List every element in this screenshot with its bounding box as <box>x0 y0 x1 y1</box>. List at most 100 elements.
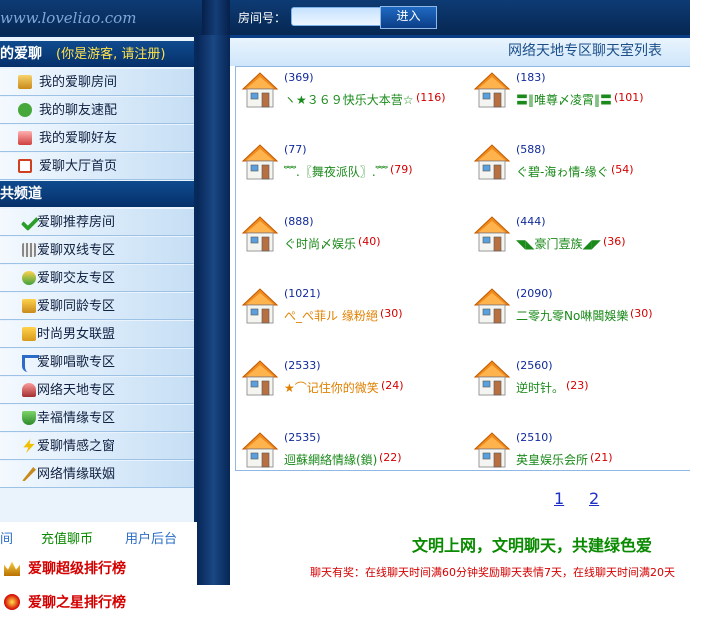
channel-menu-item-label: 爱聊双线专区 <box>37 243 116 258</box>
super-ranking-link[interactable]: 爱聊超级排行榜 <box>4 558 126 578</box>
room-id: (2560) <box>516 359 553 372</box>
channel-section-header: 共频道 <box>0 181 194 207</box>
right-margin <box>690 0 703 585</box>
channel-menu-item-label: 爱聊推荐房间 <box>37 215 116 230</box>
room-user-count: (22) <box>379 451 402 464</box>
page-link-2[interactable]: 2 <box>589 489 599 508</box>
chat-room-item[interactable]: (2090) 二零九零No啉閪娛樂 (30) <box>474 287 699 337</box>
enter-room-button[interactable]: 进入 <box>380 6 437 29</box>
room-name[interactable]: ぐ碧-海ゎ情-缘ぐ <box>516 163 609 180</box>
reward-notice: 聊天有奖：在线聊天时间满60分钟奖励聊天表情7天，在线聊天时间满20天 <box>310 566 675 579</box>
grid-icon <box>22 243 36 257</box>
room-id: (2510) <box>516 431 553 444</box>
room-list: (369) ヽ★３６９快乐大本营☆ (116) (183) 〓‖唯尊〆凌霄‖〓 (101)… <box>235 66 690 471</box>
room-name[interactable]: ★⌒记住你的微笑 <box>284 379 379 396</box>
folder-users-icon <box>22 299 36 313</box>
channel-menu-item-label: 网络情缘联姻 <box>37 467 116 482</box>
chat-room-item[interactable]: (888) ぐ时尚〆娱乐 (40) <box>242 215 467 265</box>
room-user-count: (36) <box>603 235 626 248</box>
house-icon <box>242 360 278 396</box>
crown-icon <box>4 561 20 576</box>
chat-room-item[interactable]: (2560) 逆时针。 (23) <box>474 359 699 409</box>
house-icon <box>474 72 510 108</box>
key-icon <box>22 467 36 481</box>
page-link-1[interactable]: 1 <box>554 489 564 508</box>
puzzle-icon <box>18 103 32 117</box>
room-name[interactable]: ぺ_ぺ菲ル 缘粉絕 <box>284 307 378 324</box>
room-user-count: (21) <box>590 451 613 464</box>
room-link[interactable]: 间 <box>0 528 13 547</box>
room-user-count: (30) <box>380 307 403 320</box>
room-name[interactable]: 二零九零No啉閪娛樂 <box>516 307 628 324</box>
room-id: (1021) <box>284 287 321 300</box>
channel-menu-item-5[interactable]: 时尚男女联盟 <box>0 321 194 348</box>
personal-menu-item-label: 爱聊大厅首页 <box>39 159 118 174</box>
room-name[interactable]: 英皇娱乐会所 <box>516 451 588 468</box>
personal-menu-item-2[interactable]: 我的聊友速配 <box>0 97 194 124</box>
personal-menu-item-label: 我的聊友速配 <box>39 103 118 118</box>
personal-menu-item-3[interactable]: 我的爱聊好友 <box>0 125 194 152</box>
room-number-label: 房间号： <box>238 11 287 25</box>
house-icon <box>474 360 510 396</box>
my-section-title: 的爱聊 <box>0 46 42 62</box>
channel-menu-item-9[interactable]: 爱聊情感之窗 <box>0 433 194 460</box>
star-ranking-link[interactable]: 爱聊之星排行榜 <box>4 592 126 612</box>
frame-divider <box>197 35 230 585</box>
chat-room-item[interactable]: (1021) ぺ_ぺ菲ル 缘粉絕 (30) <box>242 287 467 337</box>
room-number-input[interactable] <box>291 7 385 26</box>
room-name[interactable]: 迴蘇網絡情緣(鎖) <box>284 451 377 468</box>
room-user-count: (116) <box>416 91 446 104</box>
channel-menu-item-10[interactable]: 网络情缘联姻 <box>0 461 194 488</box>
personal-menu-item-1[interactable]: 我的爱聊房间 <box>0 69 194 96</box>
top-divider <box>202 0 230 35</box>
room-user-count: (40) <box>358 235 381 248</box>
star-medal-icon <box>4 594 20 610</box>
channel-menu-item-8[interactable]: 幸福情缘专区 <box>0 405 194 432</box>
channel-section-title: 共频道 <box>0 186 42 202</box>
slogan-text: 文明上网，文明聊天，共建绿色爱 <box>412 536 653 555</box>
channel-menu-item-label: 爱聊交友专区 <box>37 271 116 286</box>
chat-room-item[interactable]: (588) ぐ碧-海ゎ情-缘ぐ (54) <box>474 143 699 193</box>
folder-icon <box>22 327 36 341</box>
house-icon <box>474 432 510 468</box>
chat-room-item[interactable]: (2535) 迴蘇網絡情緣(鎖) (22) <box>242 431 467 481</box>
room-id: (2533) <box>284 359 321 372</box>
people-icon <box>22 383 36 397</box>
room-name[interactable]: ﹌.〖舞夜派队〗.﹌ <box>284 163 388 180</box>
chat-room-item[interactable]: (369) ヽ★３６９快乐大本营☆ (116) <box>242 71 467 121</box>
chat-room-item[interactable]: (77) ﹌.〖舞夜派队〗.﹌ (79) <box>242 143 467 193</box>
house-icon <box>242 144 278 180</box>
room-user-count: (30) <box>630 307 653 320</box>
channel-menu-item-label: 爱聊同龄专区 <box>37 299 116 314</box>
channel-menu-item-2[interactable]: 爱聊双线专区 <box>0 237 194 264</box>
guest-register-link[interactable]: (你是游客, 请注册) <box>56 47 165 62</box>
channel-menu-item-label: 幸福情缘专区 <box>37 411 116 426</box>
room-id: (2535) <box>284 431 321 444</box>
chat-room-item[interactable]: (444) ◥◣豪门壹族◢◤ (36) <box>474 215 699 265</box>
personal-menu-item-label: 我的爱聊房间 <box>39 75 118 90</box>
room-name[interactable]: ヽ★３６９快乐大本营☆ <box>284 91 414 108</box>
room-name[interactable]: ぐ时尚〆娱乐 <box>284 235 356 252</box>
channel-menu-item-7[interactable]: 网络天地专区 <box>0 377 194 404</box>
channel-menu-item-1[interactable]: 爱聊推荐房间 <box>0 209 194 236</box>
channel-menu-item-6[interactable]: 爱聊唱歌专区 <box>0 349 194 376</box>
room-user-count: (54) <box>611 163 634 176</box>
room-id: (444) <box>516 215 546 228</box>
user-backend-link[interactable]: 用户后台 <box>125 528 177 547</box>
channel-menu-item-4[interactable]: 爱聊同龄专区 <box>0 293 194 320</box>
channel-menu-item-3[interactable]: 爱聊交友专区 <box>0 265 194 292</box>
room-name[interactable]: 〓‖唯尊〆凌霄‖〓 <box>516 91 612 108</box>
chat-room-item[interactable]: (2533) ★⌒记住你的微笑 (24) <box>242 359 467 409</box>
room-name[interactable]: ◥◣豪门壹族◢◤ <box>516 235 601 252</box>
top-bar: www.loveliao.com 房间号： 进入 <box>0 0 690 35</box>
channel-menu-item-label: 爱聊情感之窗 <box>37 439 116 454</box>
recharge-link[interactable]: 充值聊币 <box>41 528 93 547</box>
personal-menu-item-4[interactable]: 爱聊大厅首页 <box>0 153 194 180</box>
chat-room-item[interactable]: (183) 〓‖唯尊〆凌霄‖〓 (101) <box>474 71 699 121</box>
room-id: (588) <box>516 143 546 156</box>
house-icon <box>242 432 278 468</box>
room-id: (183) <box>516 71 546 84</box>
room-user-count: (101) <box>614 91 644 104</box>
chat-room-item[interactable]: (2510) 英皇娱乐会所 (21) <box>474 431 699 481</box>
room-name[interactable]: 逆时针。 <box>516 379 564 396</box>
